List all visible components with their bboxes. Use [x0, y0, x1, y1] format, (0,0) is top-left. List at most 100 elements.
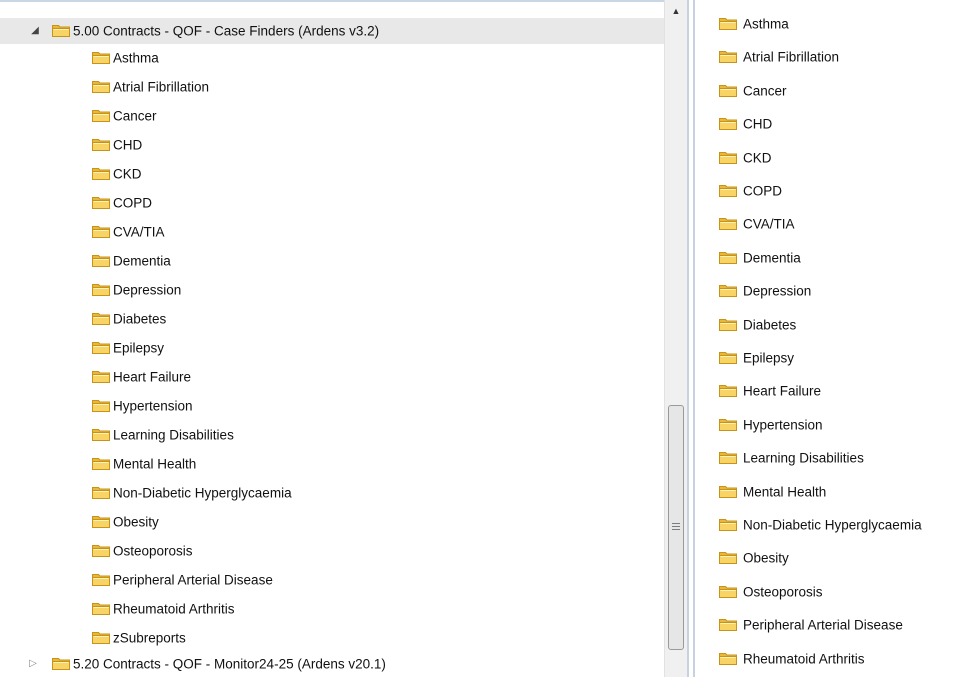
tree-item-label: Rheumatoid Arthritis [113, 601, 235, 617]
list-item-label: CHD [743, 116, 773, 132]
tree-node-label: 5.20 Contracts - QOF - Monitor24-25 (Ard… [73, 656, 386, 672]
tree-item-label: Epilepsy [113, 340, 165, 356]
tree-item-label: Diabetes [113, 311, 167, 327]
list-item[interactable]: Hypertension [719, 413, 823, 437]
list-item-label: Dementia [743, 250, 801, 266]
folder-icon [719, 50, 737, 63]
report-tree-pane: ◢ 5.00 Contracts - QOF - Case Finders (A… [0, 0, 664, 677]
list-item[interactable]: Obesity [719, 546, 789, 570]
tree-item[interactable]: Obesity [92, 509, 159, 535]
tree-item[interactable]: Cancer [92, 103, 157, 129]
tree-item-label: Atrial Fibrillation [113, 79, 210, 95]
tree-item[interactable]: Diabetes [92, 306, 166, 332]
folder-icon [719, 652, 737, 665]
folder-icon [92, 573, 110, 586]
folder-icon [92, 80, 110, 93]
tree-item[interactable]: Non-Diabetic Hyperglycaemia [92, 480, 292, 506]
scroll-up-arrow-icon[interactable]: ▲ [665, 0, 687, 22]
folder-icon [52, 24, 70, 37]
tree-item[interactable]: Osteoporosis [92, 538, 193, 564]
folder-icon [92, 167, 110, 180]
list-item[interactable]: Learning Disabilities [719, 446, 864, 470]
list-item[interactable]: Depression [719, 279, 811, 303]
list-item[interactable]: CKD [719, 146, 772, 170]
tree-item-label: Asthma [113, 50, 159, 66]
list-item[interactable]: Peripheral Arterial Disease [719, 613, 903, 637]
tree-item[interactable]: Rheumatoid Arthritis [92, 596, 235, 622]
tree-node-label: 5.00 Contracts - QOF - Case Finders (Ard… [73, 23, 380, 39]
tree-item[interactable]: Hypertension [92, 393, 193, 419]
list-item-label: Diabetes [743, 317, 797, 333]
tree-item[interactable]: COPD [92, 190, 152, 216]
tree-item-label: CVA/TIA [113, 224, 165, 240]
tree-item[interactable]: CHD [92, 132, 142, 158]
folder-icon [92, 399, 110, 412]
folder-icon [719, 318, 737, 331]
folder-icon [92, 602, 110, 615]
tree-item[interactable]: Depression [92, 277, 181, 303]
scroll-thumb[interactable] [668, 405, 684, 650]
folder-icon [719, 151, 737, 164]
folder-icon [92, 225, 110, 238]
list-item-label: Atrial Fibrillation [743, 49, 840, 65]
folder-icon [719, 117, 737, 130]
folder-icon [719, 418, 737, 431]
tree-node-case-finders[interactable]: ◢ 5.00 Contracts - QOF - Case Finders (A… [0, 18, 664, 44]
folder-icon [719, 384, 737, 397]
folder-icon [92, 109, 110, 122]
tree-item[interactable]: Asthma [92, 45, 159, 71]
list-item[interactable]: Diabetes [719, 313, 796, 337]
list-item[interactable]: Osteoporosis [719, 580, 823, 604]
tree-item[interactable]: Dementia [92, 248, 171, 274]
tree-item[interactable]: Peripheral Arterial Disease [92, 567, 273, 593]
tree-item[interactable]: Heart Failure [92, 364, 191, 390]
list-item[interactable]: Asthma [719, 12, 789, 36]
tree-item-label: Depression [113, 282, 182, 298]
list-item[interactable]: Non-Diabetic Hyperglycaemia [719, 513, 922, 537]
folder-icon [92, 283, 110, 296]
list-item[interactable]: CHD [719, 112, 772, 136]
tree-item-label: Hypertension [113, 398, 193, 414]
list-item-label: CKD [743, 150, 772, 166]
tree-item[interactable]: zSubreports [92, 625, 186, 651]
tree-item[interactable]: CKD [92, 161, 142, 187]
list-item-label: Hypertension [743, 417, 823, 433]
list-item[interactable]: CVA/TIA [719, 212, 795, 236]
report-browser-window: ◢ 5.00 Contracts - QOF - Case Finders (A… [0, 0, 968, 677]
tree-item[interactable]: Epilepsy [92, 335, 164, 361]
folder-icon [92, 138, 110, 151]
list-item-label: COPD [743, 183, 783, 199]
list-item[interactable]: Atrial Fibrillation [719, 45, 839, 69]
folder-icon [719, 217, 737, 230]
list-item[interactable]: Dementia [719, 246, 801, 270]
pane-splitter[interactable] [687, 0, 695, 677]
expanded-triangle-icon[interactable]: ◢ [29, 18, 41, 44]
tree-item-label: COPD [113, 195, 153, 211]
tree-item[interactable]: Learning Disabilities [92, 422, 234, 448]
folder-icon [719, 518, 737, 531]
folder-icon [92, 254, 110, 267]
list-item[interactable]: Cancer [719, 79, 787, 103]
tree-item-label: Obesity [113, 514, 159, 530]
list-item[interactable]: Mental Health [719, 480, 826, 504]
list-item-label: Peripheral Arterial Disease [743, 617, 903, 633]
list-item[interactable]: COPD [719, 179, 782, 203]
scroll-grip-icon [672, 523, 680, 530]
folder-icon [92, 486, 110, 499]
list-item[interactable]: Epilepsy [719, 346, 794, 370]
tree-item-label: Osteoporosis [113, 543, 193, 559]
tree-item[interactable]: Atrial Fibrillation [92, 74, 209, 100]
vertical-scrollbar[interactable]: ▲ [664, 0, 687, 677]
folder-icon [719, 451, 737, 464]
folder-icon [719, 84, 737, 97]
tree-item[interactable]: CVA/TIA [92, 219, 165, 245]
list-item-label: CVA/TIA [743, 216, 795, 232]
list-item[interactable]: Heart Failure [719, 379, 821, 403]
folder-icon [92, 428, 110, 441]
folder-icon [92, 196, 110, 209]
list-item[interactable]: Rheumatoid Arthritis [719, 647, 865, 671]
tree-node-monitor[interactable]: ▷ 5.20 Contracts - QOF - Monitor24-25 (A… [0, 651, 664, 677]
collapsed-triangle-icon[interactable]: ▷ [27, 651, 39, 677]
tree-item[interactable]: Mental Health [92, 451, 196, 477]
tree-item-label: CKD [113, 166, 142, 182]
